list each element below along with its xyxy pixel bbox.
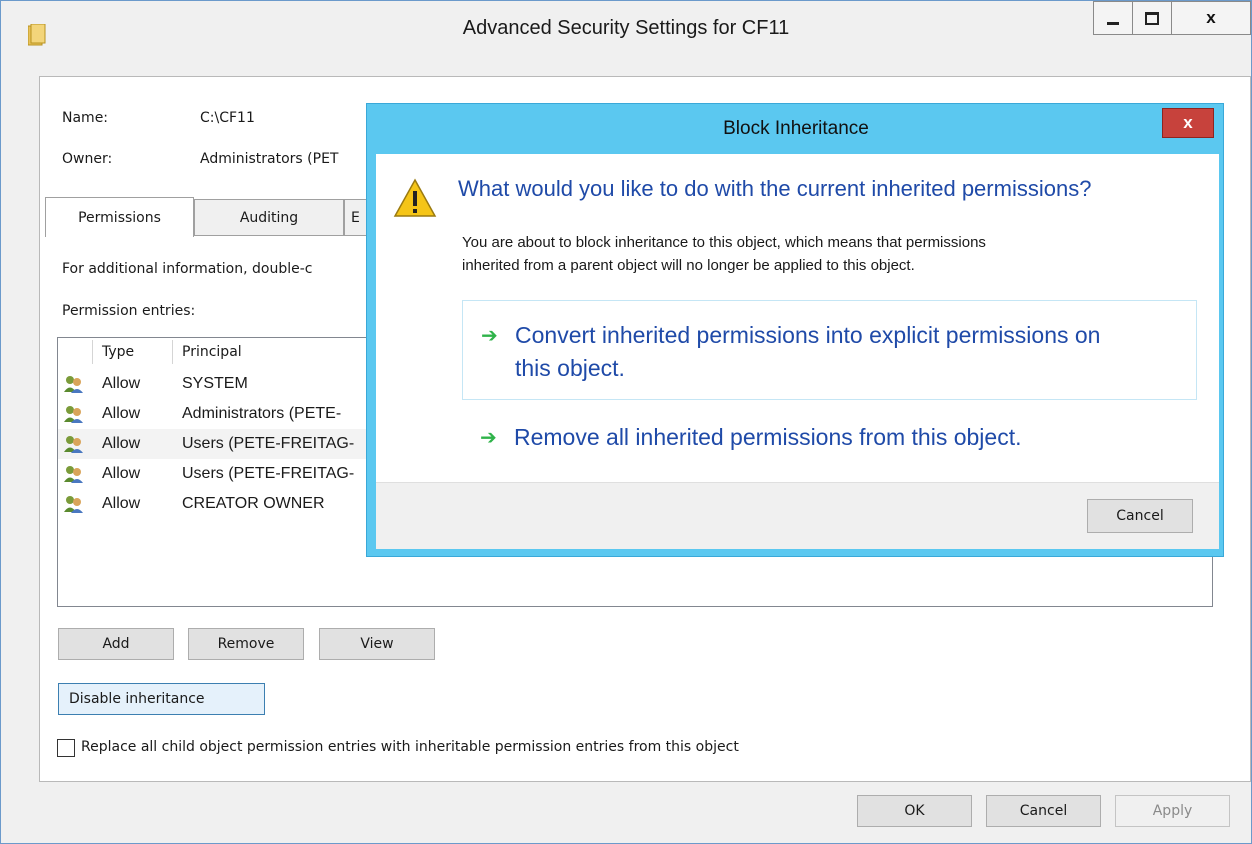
cancel-button[interactable]: Cancel — [986, 795, 1101, 827]
name-label: Name: — [62, 110, 109, 126]
dialog-title: Block Inheritance — [723, 118, 869, 139]
maximize-button[interactable] — [1132, 1, 1172, 35]
convert-inherited-permissions-option[interactable]: ➔ Convert inherited permissions into exp… — [462, 300, 1197, 400]
close-icon: x — [1206, 8, 1216, 27]
column-separator — [172, 340, 173, 364]
remove-inherited-permissions-option[interactable]: ➔ Remove all inherited permissions from … — [462, 416, 1197, 462]
minimize-icon — [1107, 21, 1119, 25]
permission-entries-label: Permission entries: — [62, 303, 196, 319]
entry-principal: Users (PETE-FREITAG- — [182, 465, 355, 482]
dialog-body: What would you like to do with the curre… — [376, 154, 1219, 482]
dialog-question: What would you like to do with the curre… — [458, 176, 1092, 201]
entry-type: Allow — [102, 465, 141, 482]
replace-child-permissions-label: Replace all child object permission entr… — [81, 739, 739, 755]
owner-value: Administrators (PET — [200, 151, 339, 167]
entry-type: Allow — [102, 375, 141, 392]
entry-type: Allow — [102, 495, 141, 512]
window-close-button[interactable]: x — [1171, 1, 1251, 35]
maximize-icon — [1145, 11, 1159, 25]
ok-button[interactable]: OK — [857, 795, 972, 827]
arrow-right-icon: ➔ — [481, 323, 498, 347]
disable-inheritance-button[interactable]: Disable inheritance — [58, 683, 265, 715]
title-bar: Advanced Security Settings for CF11 x — [1, 1, 1251, 67]
dialog-cancel-button[interactable]: Cancel — [1087, 499, 1193, 533]
replace-child-permissions-checkbox[interactable] — [57, 739, 75, 757]
dialog-description-line2: inherited from a parent object will no l… — [462, 257, 915, 274]
info-text: For additional information, double-c — [62, 261, 313, 277]
users-icon — [64, 465, 84, 483]
entry-principal: SYSTEM — [182, 375, 248, 392]
entry-principal: CREATOR OWNER — [182, 495, 325, 512]
column-header-principal[interactable]: Principal — [182, 344, 242, 360]
column-header-type[interactable]: Type — [102, 344, 134, 360]
dialog-close-button[interactable]: x — [1162, 108, 1214, 138]
users-icon — [64, 435, 84, 453]
entry-principal: Administrators (PETE- — [182, 405, 342, 422]
dialog-footer: Cancel — [376, 482, 1219, 549]
apply-button[interactable]: Apply — [1115, 795, 1230, 827]
dialog-description-line1: You are about to block inheritance to th… — [462, 234, 986, 251]
window-title: Advanced Security Settings for CF11 — [462, 17, 790, 39]
option-convert-line1: Convert inherited permissions into expli… — [515, 322, 1101, 348]
users-icon — [64, 375, 84, 393]
option-remove-text: Remove all inherited permissions from th… — [514, 424, 1022, 450]
entry-principal: Users (PETE-FREITAG- — [182, 435, 355, 452]
column-separator — [92, 340, 93, 364]
block-inheritance-dialog: Block Inheritance x What would you like … — [366, 103, 1224, 557]
tab-auditing[interactable]: Auditing — [194, 199, 344, 235]
remove-button[interactable]: Remove — [188, 628, 304, 660]
users-icon — [64, 405, 84, 423]
option-convert-line2: this object. — [515, 355, 625, 381]
owner-label: Owner: — [62, 151, 113, 167]
entry-type: Allow — [102, 435, 141, 452]
name-value: C:\CF11 — [200, 110, 255, 126]
view-button[interactable]: View — [319, 628, 435, 660]
add-button[interactable]: Add — [58, 628, 174, 660]
entry-type: Allow — [102, 405, 141, 422]
warning-icon — [393, 178, 437, 218]
arrow-right-icon: ➔ — [480, 425, 497, 449]
close-icon: x — [1183, 113, 1193, 132]
tab-permissions[interactable]: Permissions — [45, 197, 194, 237]
users-icon — [64, 495, 84, 513]
minimize-button[interactable] — [1093, 1, 1133, 35]
